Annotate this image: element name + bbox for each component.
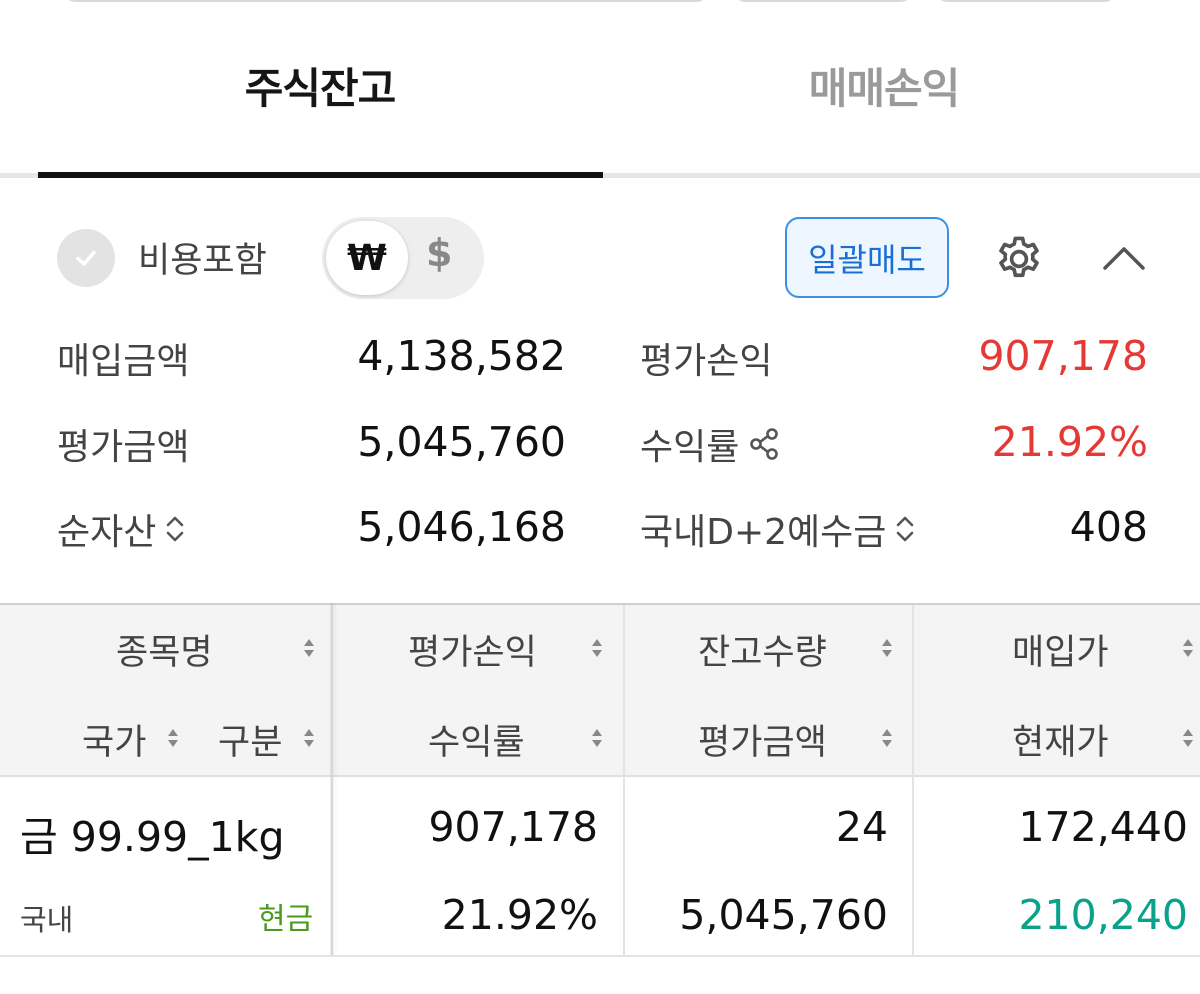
tab-bar: 주식잔고 매매손익 <box>0 0 1200 178</box>
sort-icon[interactable] <box>590 636 604 660</box>
eval-amount-label: 평가금액 <box>57 427 190 468</box>
deposit-label[interactable]: 국내D+2예수금 <box>640 503 916 555</box>
eval-pnl-value: 907,178 <box>978 332 1148 380</box>
won-icon: ₩ <box>347 237 387 279</box>
row-quantity: 24 <box>835 803 888 851</box>
include-cost-label[interactable]: 비용포함 <box>138 232 267 283</box>
updown-chevron-icon <box>167 516 184 542</box>
deposit-value: 408 <box>1069 503 1148 551</box>
currency-krw-option[interactable]: ₩ <box>326 221 408 295</box>
header-eval-amount[interactable]: 평가금액 <box>698 714 827 765</box>
currency-toggle[interactable]: ₩ $ <box>322 217 484 299</box>
row-return-rate: 21.92% <box>441 891 598 939</box>
sort-icon[interactable] <box>880 636 894 660</box>
purchase-amount-value: 4,138,582 <box>357 332 566 380</box>
header-quantity[interactable]: 잔고수량 <box>698 624 827 675</box>
sort-icon[interactable] <box>302 726 316 750</box>
purchase-amount-label: 매입금액 <box>57 341 190 382</box>
return-rate-label[interactable]: 수익률 <box>640 418 783 470</box>
sort-icon[interactable] <box>1181 636 1195 660</box>
column-divider <box>912 605 914 955</box>
column-divider <box>623 605 625 955</box>
stock-country: 국내 <box>20 903 74 937</box>
tab-underline-active <box>38 172 603 178</box>
currency-usd-option[interactable]: $ <box>426 231 452 275</box>
check-icon <box>76 250 96 266</box>
tab-stock-balance[interactable]: 주식잔고 <box>38 55 602 116</box>
sort-icon[interactable] <box>302 636 316 660</box>
eval-amount-value: 5,045,760 <box>357 418 566 466</box>
header-country[interactable]: 국가 <box>82 714 146 765</box>
header-current-price[interactable]: 현재가 <box>1012 714 1109 765</box>
net-asset-label[interactable]: 순자산 <box>57 503 186 555</box>
include-cost-checkbox[interactable] <box>57 229 115 287</box>
share-icon[interactable] <box>747 426 783 462</box>
tab-trading-pnl[interactable]: 매매손익 <box>602 55 1166 116</box>
sort-icon[interactable] <box>1181 726 1195 750</box>
stock-type: 현금 <box>258 902 314 937</box>
net-asset-value: 5,046,168 <box>357 503 566 551</box>
chevron-up-icon[interactable] <box>1100 238 1148 278</box>
row-eval-pnl: 907,178 <box>428 803 598 851</box>
header-return-rate[interactable]: 수익률 <box>428 714 525 765</box>
return-rate-value: 21.92% <box>991 418 1148 466</box>
row-purchase-price: 172,440 <box>1018 803 1188 851</box>
header-eval-pnl[interactable]: 평가손익 <box>408 624 537 675</box>
header-purchase-price[interactable]: 매입가 <box>1012 624 1109 675</box>
sort-icon[interactable] <box>880 726 894 750</box>
gear-icon[interactable] <box>993 233 1045 285</box>
header-name[interactable]: 종목명 <box>116 624 213 675</box>
header-type[interactable]: 구분 <box>218 714 282 765</box>
stock-name[interactable]: 금 99.99_1kg <box>20 803 284 863</box>
row-current-price: 210,240 <box>1018 891 1188 939</box>
frozen-column-shadow <box>330 603 338 955</box>
sort-icon[interactable] <box>590 726 604 750</box>
row-divider <box>0 955 1200 957</box>
sort-icon[interactable] <box>166 726 180 750</box>
eval-pnl-label: 평가손익 <box>640 341 773 382</box>
bulk-sell-button[interactable]: 일괄매도 <box>785 217 949 298</box>
row-eval-amount: 5,045,760 <box>679 891 888 939</box>
